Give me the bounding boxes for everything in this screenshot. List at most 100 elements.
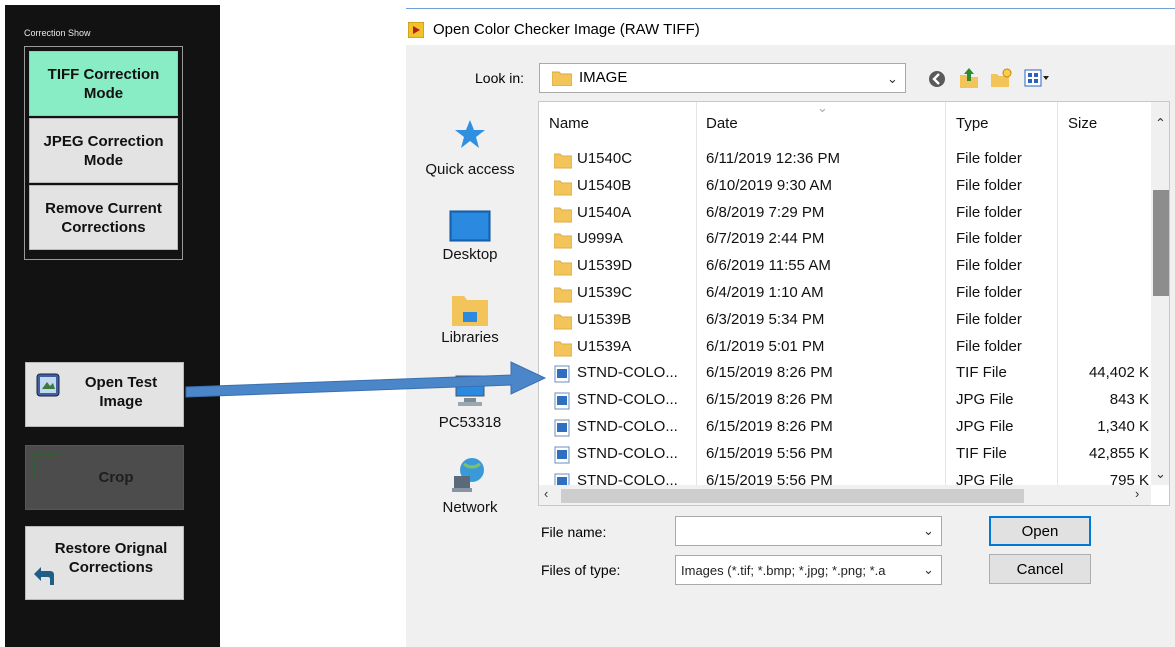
file-date: 6/6/2019 11:55 AM <box>706 257 831 275</box>
file-type: File folder <box>956 150 1022 167</box>
restore-label: Restore Orignal Corrections <box>54 540 168 576</box>
file-name: STND-COLO... <box>577 364 678 382</box>
dialog-title: Open Color Checker Image (RAW TIFF) <box>433 21 700 38</box>
vertical-scrollbar[interactable]: ⌄ ⌄ <box>1151 102 1169 485</box>
remove-corrections-button[interactable]: Remove Current Corrections <box>29 185 178 250</box>
file-date: 6/15/2019 8:26 PM <box>706 391 833 409</box>
network-icon <box>452 458 484 492</box>
file-name: U1539C <box>577 284 633 301</box>
file-name-input[interactable]: ⌄ <box>675 516 942 546</box>
correction-panel: Correction Show TIFF Correction Mode JPE… <box>5 5 220 647</box>
place-label-libraries: Libraries <box>441 329 499 346</box>
file-date: 6/8/2019 7:29 PM <box>706 203 825 221</box>
folder-icon <box>554 314 572 330</box>
place-libraries[interactable] <box>414 292 526 333</box>
up-folder-icon[interactable] <box>959 67 979 89</box>
look-in-value: IMAGE <box>579 69 628 86</box>
file-row[interactable]: U1540C 6/11/2019 12:36 PM File folder <box>539 146 1149 173</box>
panel-label: Correction Show <box>24 28 91 38</box>
chevron-down-icon[interactable]: ⌄ <box>923 562 934 578</box>
file-date: 6/15/2019 8:26 PM <box>706 364 833 382</box>
place-desktop[interactable] <box>414 210 526 249</box>
place-network[interactable] <box>414 456 526 499</box>
app-icon <box>408 22 424 38</box>
file-name: STND-COLO... <box>577 391 678 409</box>
file-type: TIF File <box>956 364 1007 382</box>
place-label-desktop: Desktop <box>442 246 498 263</box>
chevron-down-icon[interactable]: ⌄ <box>923 523 934 539</box>
look-in-label: Look in: <box>475 70 525 86</box>
column-header-type[interactable]: Type <box>956 115 989 132</box>
column-header-date[interactable]: Date <box>706 115 738 132</box>
file-type: TIF File <box>956 444 1007 462</box>
scroll-left-icon[interactable]: ‹ <box>544 486 548 501</box>
file-row[interactable]: U1539A 6/1/2019 5:01 PM File folder <box>539 334 1149 361</box>
place-label-pc: PC53318 <box>438 414 502 431</box>
scroll-right-icon[interactable]: › <box>1135 486 1139 501</box>
file-type-select[interactable]: Images (*.tif; *.bmp; *.jpg; *.png; *.a … <box>675 555 942 585</box>
file-row[interactable]: U1539C 6/4/2019 1:10 AM File folder <box>539 280 1149 307</box>
file-date: 6/10/2019 9:30 AM <box>706 176 832 194</box>
file-row[interactable]: STND-COLO... 6/15/2019 8:26 PM JPG File 1,3… <box>539 414 1149 441</box>
file-row[interactable]: U1539D 6/6/2019 11:55 AM File folder <box>539 253 1149 280</box>
scroll-down-icon[interactable]: ⌄ <box>1155 466 1166 482</box>
place-pc[interactable] <box>414 374 526 413</box>
file-name: STND-COLO... <box>577 418 678 435</box>
desktop-icon <box>449 210 491 242</box>
folder-icon <box>554 260 572 276</box>
folder-icon <box>554 180 572 196</box>
chevron-down-icon: ⌄ <box>887 71 898 86</box>
column-header-size[interactable]: Size <box>1068 115 1097 132</box>
horizontal-scroll-thumb[interactable] <box>561 489 1024 503</box>
dialog-titlebar: Open Color Checker Image (RAW TIFF) <box>406 9 1175 45</box>
image-file-icon <box>554 446 570 464</box>
file-type: File folder <box>956 230 1022 248</box>
file-size: 42,855 K <box>1088 444 1149 462</box>
open-test-image-label: Open Test Image <box>84 374 158 410</box>
file-row[interactable]: U1539B 6/3/2019 5:34 PM File folder <box>539 307 1149 334</box>
mode-button-group: TIFF Correction Mode JPEG Correction Mod… <box>24 46 183 260</box>
scroll-up-icon[interactable]: ⌄ <box>1155 114 1166 130</box>
file-name: U1539A <box>577 337 632 355</box>
file-row[interactable]: STND-COLO... 6/15/2019 5:56 PM TIF File 42,… <box>539 441 1149 468</box>
open-image-icon <box>36 373 60 397</box>
image-file-icon <box>554 392 570 410</box>
look-in-dropdown[interactable]: IMAGE ⌄ <box>539 63 906 93</box>
vertical-scroll-thumb[interactable] <box>1153 190 1169 296</box>
file-size: 1,340 K <box>1097 418 1149 435</box>
file-date: 6/15/2019 5:56 PM <box>706 444 833 462</box>
view-menu-icon[interactable] <box>1024 69 1050 87</box>
file-name: STND-COLO... <box>577 444 678 462</box>
file-type: File folder <box>956 203 1022 221</box>
column-header-name[interactable]: Name <box>549 115 589 132</box>
file-row[interactable]: U999A 6/7/2019 2:44 PM File folder <box>539 226 1149 253</box>
file-row[interactable]: U1540A 6/8/2019 7:29 PM File folder <box>539 200 1149 227</box>
places-bar: Quick access Desktop Libraries PC53318 N… <box>414 100 526 520</box>
file-name: U1540B <box>577 176 632 194</box>
file-row[interactable]: STND-COLO... 6/15/2019 8:26 PM JPG File 843… <box>539 387 1149 414</box>
file-name-label: File name: <box>541 524 607 540</box>
tiff-correction-mode-button[interactable]: TIFF Correction Mode <box>29 51 178 116</box>
open-test-image-button[interactable]: Open Test Image <box>25 362 184 427</box>
file-type-value: Images (*.tif; *.bmp; *.jpg; *.png; *.a <box>681 563 886 578</box>
file-row[interactable]: U1540B 6/10/2019 9:30 AM File folder <box>539 173 1149 200</box>
open-button[interactable]: Open <box>989 516 1091 546</box>
file-row[interactable]: STND-COLO... 6/15/2019 8:26 PM TIF File 44,… <box>539 360 1149 387</box>
file-list[interactable]: Name Date Type Size ⌄ U1540C 6/11/2019 12… <box>538 101 1170 506</box>
restore-corrections-button[interactable]: Restore Orignal Corrections <box>25 526 184 600</box>
file-name: U1539B <box>577 310 632 328</box>
file-type: File folder <box>956 337 1022 355</box>
new-folder-icon[interactable] <box>990 68 1012 88</box>
file-size: 843 K <box>1109 391 1149 409</box>
file-date: 6/4/2019 1:10 AM <box>706 284 824 301</box>
file-type: File folder <box>956 310 1022 328</box>
back-icon[interactable] <box>928 70 946 88</box>
horizontal-scrollbar[interactable]: ‹ › <box>539 485 1151 505</box>
jpeg-correction-mode-button[interactable]: JPEG Correction Mode <box>29 118 178 183</box>
libraries-icon <box>452 296 488 326</box>
cancel-button[interactable]: Cancel <box>989 554 1091 584</box>
file-name: U1539D <box>577 257 633 275</box>
star-icon <box>455 120 485 148</box>
place-quick-access[interactable] <box>414 118 526 157</box>
folder-icon <box>554 207 572 223</box>
